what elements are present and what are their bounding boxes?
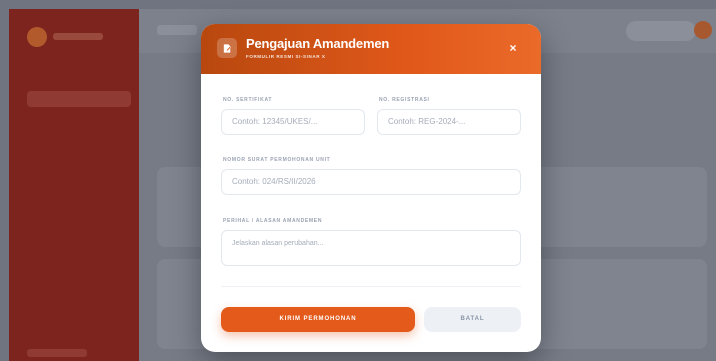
request-letter-label: NOMOR SURAT PERMOHONAN UNIT	[223, 157, 331, 163]
registration-number-input[interactable]: Contoh: REG-2024-...	[377, 109, 521, 135]
app-logo	[27, 27, 47, 47]
avatar	[694, 21, 712, 39]
sidebar-item-active	[27, 91, 131, 107]
cancel-button[interactable]: BATAL	[424, 307, 521, 332]
topbar-title-placeholder	[157, 25, 197, 35]
certificate-number-label: NO. SERTIFIKAT	[223, 97, 273, 103]
amendment-reason-label: PERIHAL / ALASAN AMANDEMEN	[223, 218, 323, 224]
registration-number-label: NO. REGISTRASI	[379, 97, 430, 103]
certificate-number-input[interactable]: Contoh: 12345/UKES/...	[221, 109, 365, 135]
sidebar-footer	[27, 349, 87, 357]
edit-document-icon	[217, 38, 237, 58]
amendment-reason-textarea[interactable]: Jelaskan alasan perubahan...	[221, 230, 521, 266]
sidebar	[9, 9, 139, 361]
close-icon[interactable]: ×	[505, 40, 521, 56]
modal-title: Pengajuan Amandemen	[246, 36, 390, 51]
request-letter-input[interactable]: Contoh: 024/RS/II/2026	[221, 169, 521, 195]
submit-request-button[interactable]: KIRIM PERMOHONAN	[221, 307, 415, 332]
divider	[221, 286, 521, 287]
app-brand-placeholder	[53, 33, 103, 40]
user-chip	[626, 21, 696, 41]
modal-header: Pengajuan Amandemen FORMULIR RESMI SI-SI…	[201, 24, 541, 74]
amendment-modal: Pengajuan Amandemen FORMULIR RESMI SI-SI…	[201, 24, 541, 352]
modal-subtitle: FORMULIR RESMI SI-SINAR X	[246, 54, 326, 59]
